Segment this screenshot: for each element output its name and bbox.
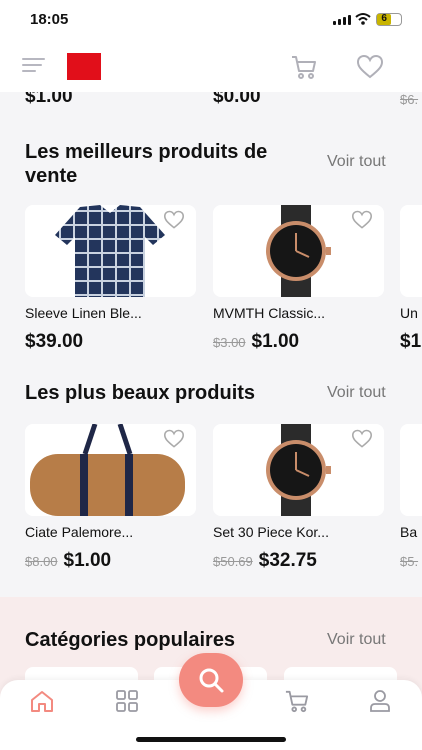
product-card[interactable] xyxy=(400,424,422,516)
section-title-best-sellers: Les meilleurs produits de vente xyxy=(25,141,268,187)
product-card[interactable] xyxy=(213,205,384,297)
product-card[interactable] xyxy=(213,424,384,516)
see-all-best-sellers[interactable]: Voir tout xyxy=(327,153,386,171)
product-old-price: $8.00 xyxy=(25,554,58,569)
product-card[interactable] xyxy=(25,205,196,297)
grid-icon[interactable] xyxy=(114,689,140,713)
battery-level: 6 xyxy=(377,14,392,25)
home-indicator xyxy=(136,737,286,742)
search-icon xyxy=(199,668,224,693)
heart-icon[interactable] xyxy=(351,210,373,230)
product-name: Ciate Palemore... xyxy=(25,524,134,540)
hamburger-icon[interactable] xyxy=(22,58,45,76)
home-icon[interactable] xyxy=(29,689,55,713)
product-price: $1.00 xyxy=(25,92,73,107)
see-all-categories[interactable]: Voir tout xyxy=(327,631,386,649)
cart-icon[interactable] xyxy=(290,54,318,80)
signal-icon xyxy=(333,15,351,25)
product-name: Ba xyxy=(400,524,418,540)
product-price-group: $8.00 $1.00 xyxy=(25,550,111,572)
heart-icon[interactable] xyxy=(163,429,185,449)
cart-icon[interactable] xyxy=(284,689,310,713)
see-all-most-beautiful[interactable]: Voir tout xyxy=(327,384,386,402)
product-price: $39.00 xyxy=(25,331,84,352)
product-old-price: $50.69 xyxy=(213,554,253,569)
brand-logo[interactable] xyxy=(67,53,101,80)
previous-section-prices: $1.00 $0.00 $6. xyxy=(0,92,422,110)
product-price: $1.00 xyxy=(63,550,112,571)
product-old-price: $5. xyxy=(400,554,419,569)
product-name: Un xyxy=(400,305,418,321)
product-old-price: $3.00 xyxy=(213,335,246,350)
heart-icon[interactable] xyxy=(163,210,185,230)
product-price-group: $3.00 $1.00 xyxy=(213,331,299,353)
wifi-icon xyxy=(355,13,371,25)
status-bar: 18:05 6 xyxy=(0,0,422,40)
product-price: $32.75 xyxy=(258,550,317,571)
product-price: $0.00 xyxy=(213,92,261,107)
product-card[interactable] xyxy=(25,424,196,516)
product-price: $1 xyxy=(400,331,422,352)
status-time: 18:05 xyxy=(30,11,69,28)
product-name: Sleeve Linen Ble... xyxy=(25,305,142,321)
product-old-price: $6. xyxy=(400,92,419,107)
product-price-group: $50.69 $32.75 xyxy=(213,550,317,572)
section-title-categories: Catégories populaires xyxy=(25,629,236,651)
section-title-most-beautiful: Les plus beaux produits xyxy=(25,382,256,404)
user-icon[interactable] xyxy=(368,689,392,713)
product-price: $1.00 xyxy=(251,331,300,352)
heart-icon[interactable] xyxy=(356,54,384,80)
heart-icon[interactable] xyxy=(351,429,373,449)
product-name: Set 30 Piece Kor... xyxy=(213,524,329,540)
battery-icon: 6 xyxy=(376,13,402,26)
search-button[interactable] xyxy=(179,653,243,707)
product-price-group: $5. xyxy=(400,550,422,572)
product-card[interactable] xyxy=(400,205,422,297)
product-name: MVMTH Classic... xyxy=(213,305,325,321)
